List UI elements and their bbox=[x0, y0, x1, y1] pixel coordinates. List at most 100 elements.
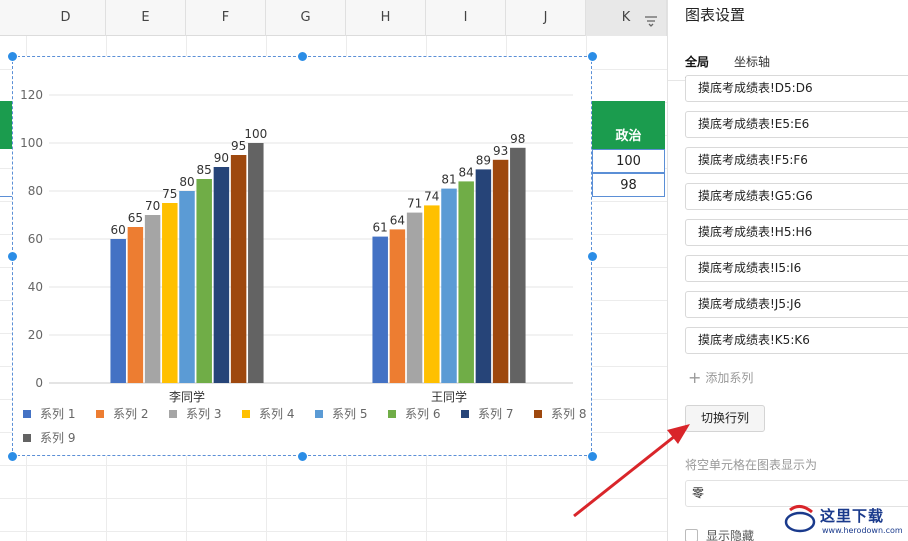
data-label: 84 bbox=[459, 165, 474, 179]
legend-label: 系列 8 bbox=[551, 407, 586, 421]
chart-settings-panel: 图表设置 全局 坐标轴 摸底考成绩表!D5:D6 摸底考成绩表!E5:E6 摸底… bbox=[667, 0, 908, 541]
column-header-f[interactable]: F bbox=[186, 0, 266, 36]
bar bbox=[441, 188, 457, 383]
legend-label: 系列 1 bbox=[40, 407, 75, 421]
bar bbox=[475, 169, 492, 383]
legend-label: 系列 5 bbox=[332, 407, 367, 421]
legend-swatch bbox=[388, 410, 396, 418]
data-cell-row1[interactable]: 100 bbox=[592, 149, 665, 173]
bar bbox=[458, 181, 474, 383]
resize-handle-top-middle[interactable] bbox=[297, 51, 308, 62]
data-label: 98 bbox=[510, 132, 525, 146]
resize-handle-bottom-left[interactable] bbox=[7, 451, 18, 462]
y-tick-label: 40 bbox=[28, 280, 43, 294]
series-range-field[interactable]: 摸底考成绩表!F5:F6 bbox=[685, 147, 908, 174]
legend-swatch bbox=[23, 434, 31, 442]
resize-handle-top-right[interactable] bbox=[587, 51, 598, 62]
empty-cells-label: 将空单元格在图表显示为 bbox=[685, 458, 818, 472]
data-label: 64 bbox=[390, 213, 405, 227]
bar bbox=[162, 203, 178, 383]
legend-label: 系列 9 bbox=[40, 431, 75, 445]
series-range-field[interactable]: 摸底考成绩表!I5:I6 bbox=[685, 255, 908, 282]
column-header-i[interactable]: I bbox=[426, 0, 506, 36]
series-range-field[interactable]: 摸底考成绩表!H5:H6 bbox=[685, 219, 908, 246]
add-series-button[interactable]: + 添加系列 bbox=[688, 368, 753, 387]
bar bbox=[372, 236, 388, 383]
data-label: 81 bbox=[441, 173, 456, 187]
y-tick-label: 100 bbox=[20, 136, 43, 150]
bar bbox=[510, 147, 526, 383]
data-cell-row2[interactable]: 98 bbox=[592, 173, 665, 197]
series-range-label: 摸底考成绩表!F5:F6 bbox=[698, 153, 808, 167]
legend-swatch bbox=[242, 410, 250, 418]
data-label: 70 bbox=[145, 199, 160, 213]
tab-global[interactable]: 全局 bbox=[685, 53, 709, 70]
resize-handle-middle-left[interactable] bbox=[7, 251, 18, 262]
show-hidden-label: 显示隐藏 bbox=[706, 529, 755, 541]
bar bbox=[213, 167, 230, 383]
chart-container[interactable]: 0 20 40 60 80 100 120 60 65 70 75 80 85 90 95 100 李同学 61 6… bbox=[12, 56, 592, 456]
legend-swatch bbox=[315, 410, 323, 418]
column-header-e[interactable]: E bbox=[106, 0, 186, 36]
watermark-site: www.herodown.com bbox=[822, 526, 903, 535]
y-tick-label: 20 bbox=[28, 328, 43, 342]
bar bbox=[389, 229, 406, 383]
series-range-label: 摸底考成绩表!H5:H6 bbox=[698, 225, 813, 239]
data-label: 80 bbox=[179, 175, 194, 189]
resize-handle-bottom-middle[interactable] bbox=[297, 451, 308, 462]
legend-label: 系列 2 bbox=[113, 407, 148, 421]
data-label: 60 bbox=[111, 223, 126, 237]
data-label: 85 bbox=[197, 163, 212, 177]
series-range-field[interactable]: 摸底考成绩表!E5:E6 bbox=[685, 111, 908, 138]
legend-swatch bbox=[461, 410, 469, 418]
plus-icon: + bbox=[688, 368, 702, 387]
legend-label: 系列 4 bbox=[259, 407, 294, 421]
bar bbox=[230, 155, 247, 383]
column-header-j[interactable]: J bbox=[506, 0, 586, 36]
column-header-bar: D E F G H I J K bbox=[0, 0, 667, 36]
column-header-h[interactable]: H bbox=[346, 0, 426, 36]
column-header-g[interactable]: G bbox=[266, 0, 346, 36]
bar bbox=[406, 212, 423, 383]
y-tick-label: 80 bbox=[28, 184, 43, 198]
legend-label: 系列 7 bbox=[478, 407, 513, 421]
resize-handle-bottom-right[interactable] bbox=[587, 451, 598, 462]
data-label: 93 bbox=[493, 144, 508, 158]
series-range-field[interactable]: 摸底考成绩表!K5:K6 bbox=[685, 327, 908, 354]
data-label: 90 bbox=[214, 151, 229, 165]
bar bbox=[144, 215, 161, 383]
bar bbox=[424, 205, 440, 383]
data-label: 74 bbox=[424, 189, 439, 203]
data-label: 100 bbox=[244, 127, 267, 141]
bar bbox=[127, 227, 144, 383]
legend-swatch bbox=[96, 410, 104, 418]
series-range-field[interactable]: 摸底考成绩表!G5:G6 bbox=[685, 183, 908, 210]
legend-swatch bbox=[534, 410, 542, 418]
empty-cells-select[interactable]: 零 bbox=[685, 480, 908, 507]
x-category-label: 李同学 bbox=[169, 389, 205, 404]
data-label: 89 bbox=[476, 153, 491, 167]
tab-axis[interactable]: 坐标轴 bbox=[734, 53, 770, 70]
column-header-d[interactable]: D bbox=[26, 0, 106, 36]
series-range-label: 摸底考成绩表!I5:I6 bbox=[698, 261, 802, 275]
resize-handle-middle-right[interactable] bbox=[587, 251, 598, 262]
bar bbox=[492, 159, 509, 383]
series-range-field[interactable]: 摸底考成绩表!D5:D6 bbox=[685, 75, 908, 102]
resize-handle-top-left[interactable] bbox=[7, 51, 18, 62]
legend-swatch bbox=[169, 410, 177, 418]
show-hidden-checkbox[interactable] bbox=[685, 529, 698, 541]
filter-icon[interactable] bbox=[644, 15, 658, 27]
series-range-field[interactable]: 摸底考成绩表!J5:J6 bbox=[685, 291, 908, 318]
series-range-label: 摸底考成绩表!D5:D6 bbox=[698, 81, 813, 95]
legend-swatch bbox=[23, 410, 31, 418]
bar-chart: 0204060801001206065707580859095100李同学616… bbox=[20, 88, 586, 445]
switch-row-column-button[interactable]: 切换行列 bbox=[685, 405, 765, 432]
data-label: 61 bbox=[373, 221, 388, 235]
series-range-label: 摸底考成绩表!E5:E6 bbox=[698, 117, 810, 131]
y-tick-label: 0 bbox=[35, 376, 43, 390]
header-cell-label: 政治 bbox=[615, 129, 642, 144]
series-range-label: 摸底考成绩表!K5:K6 bbox=[698, 333, 810, 347]
header-cell-politics[interactable]: 政治 bbox=[592, 101, 665, 149]
bar bbox=[248, 143, 264, 383]
data-label: 75 bbox=[162, 187, 177, 201]
